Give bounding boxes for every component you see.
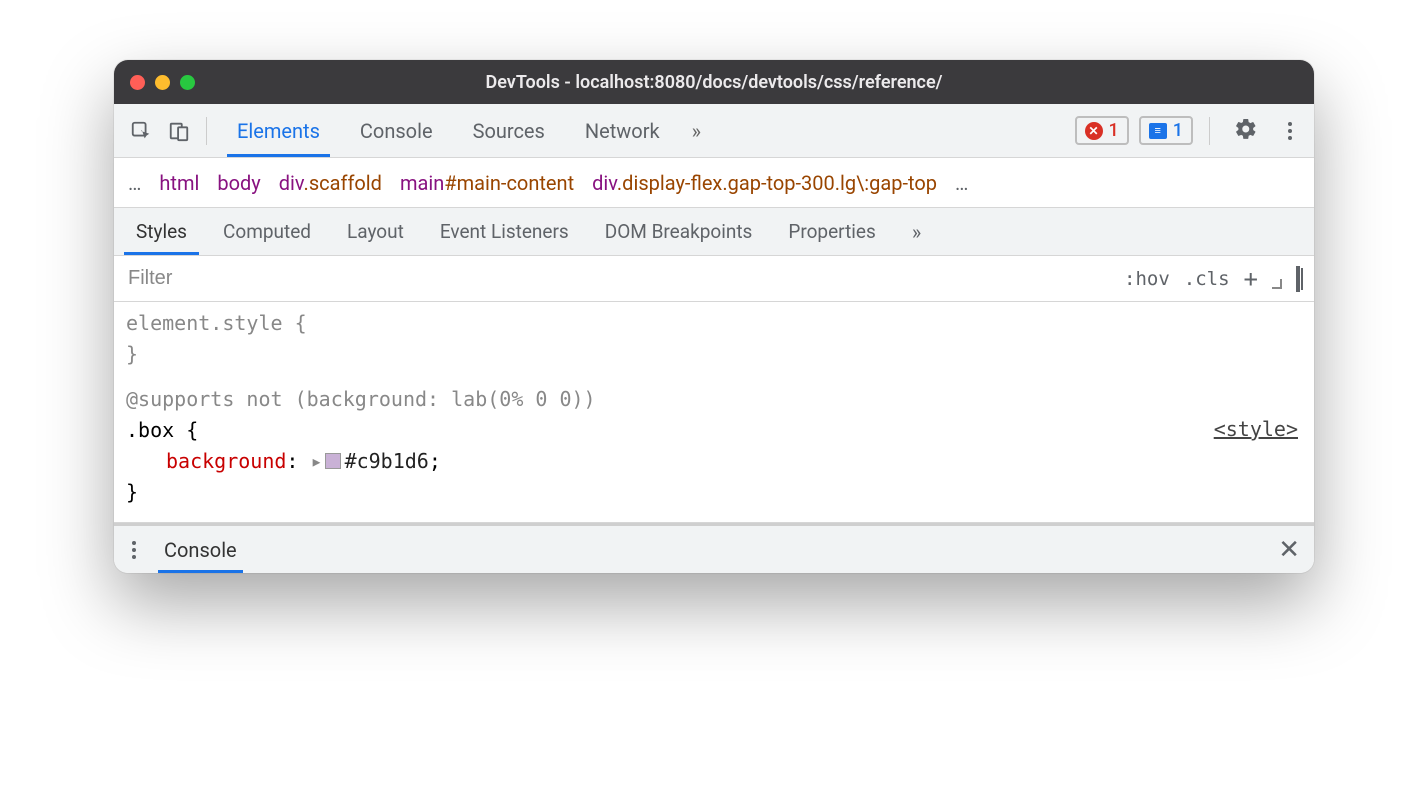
error-icon: ✕ xyxy=(1085,122,1103,140)
subtab-styles[interactable]: Styles xyxy=(118,208,205,255)
property-value: #c9b1d6 xyxy=(345,449,429,473)
styles-subtabs: Styles Computed Layout Event Listeners D… xyxy=(114,208,1314,256)
breadcrumb-item[interactable]: body xyxy=(217,171,260,195)
breadcrumb-item[interactable]: div.scaffold xyxy=(279,171,382,195)
toolbar-right: ✕ 1 ≡ 1 xyxy=(1075,116,1304,145)
message-icon: ≡ xyxy=(1149,123,1167,139)
devtools-window: DevTools - localhost:8080/docs/devtools/… xyxy=(114,60,1314,573)
subtab-properties[interactable]: Properties xyxy=(770,208,893,255)
subtab-layout[interactable]: Layout xyxy=(329,208,422,255)
subtab-event-listeners[interactable]: Event Listeners xyxy=(422,208,587,255)
close-drawer-button[interactable]: ✕ xyxy=(1278,535,1300,565)
device-toggle-icon[interactable] xyxy=(162,114,196,148)
hov-toggle[interactable]: :hov xyxy=(1124,268,1170,290)
styles-filter-bar: :hov .cls + xyxy=(114,256,1314,302)
minimize-window-button[interactable] xyxy=(155,75,170,90)
toolbar-separator xyxy=(206,117,207,145)
breadcrumb-overflow-left[interactable]: … xyxy=(128,171,141,195)
element-style-rule[interactable]: element.style { } xyxy=(126,308,1302,370)
rule-close: } xyxy=(126,480,138,504)
rule-close: } xyxy=(126,342,138,366)
more-tabs-icon[interactable]: » xyxy=(680,104,713,157)
errors-badge[interactable]: ✕ 1 xyxy=(1075,116,1129,145)
subtab-dom-breakpoints[interactable]: DOM Breakpoints xyxy=(587,208,771,255)
subtab-computed[interactable]: Computed xyxy=(205,208,329,255)
expand-icon[interactable]: ▸ xyxy=(311,449,323,473)
inspect-element-icon[interactable] xyxy=(124,114,158,148)
toolbar-separator xyxy=(1209,117,1210,145)
settings-icon[interactable] xyxy=(1226,117,1266,145)
traffic-lights xyxy=(130,75,195,90)
panel-tabs: Elements Console Sources Network » xyxy=(217,104,713,157)
errors-count: 1 xyxy=(1109,120,1119,141)
tab-sources[interactable]: Sources xyxy=(453,104,565,157)
dom-breadcrumb: … html body div.scaffold main#main-conte… xyxy=(114,158,1314,208)
console-drawer: Console ✕ xyxy=(114,523,1314,573)
property-name: background xyxy=(166,449,286,473)
more-options-icon[interactable] xyxy=(1276,118,1304,144)
color-swatch-icon[interactable] xyxy=(325,453,341,469)
zoom-window-button[interactable] xyxy=(180,75,195,90)
rendering-drawer-icon[interactable] xyxy=(1296,268,1300,290)
titlebar: DevTools - localhost:8080/docs/devtools/… xyxy=(114,60,1314,104)
stylesheet-source-link[interactable]: <style> xyxy=(1214,414,1298,445)
close-window-button[interactable] xyxy=(130,75,145,90)
messages-badge[interactable]: ≡ 1 xyxy=(1139,116,1193,145)
rule-header: element.style { xyxy=(126,311,307,335)
new-style-rule-button[interactable]: + xyxy=(1244,267,1258,291)
at-supports: @supports not (background: lab(0% 0 0)) xyxy=(126,387,596,411)
breadcrumb-overflow-right[interactable]: … xyxy=(955,171,968,195)
breadcrumb-item[interactable]: div.display-flex.gap-top-300.lg\:gap-top xyxy=(592,171,937,195)
css-rule[interactable]: <style> @supports not (background: lab(0… xyxy=(126,384,1302,508)
breadcrumb-item[interactable]: main#main-content xyxy=(400,171,574,195)
main-toolbar: Elements Console Sources Network » ✕ 1 ≡… xyxy=(114,104,1314,158)
styles-pane: element.style { } <style> @supports not … xyxy=(114,302,1314,523)
selector: .box { xyxy=(126,418,198,442)
styles-filter-input[interactable] xyxy=(114,267,1110,290)
resize-handle-icon xyxy=(1272,279,1282,289)
tab-network[interactable]: Network xyxy=(565,104,680,157)
declaration[interactable]: background: ▸#c9b1d6; xyxy=(126,449,441,473)
drawer-menu-icon[interactable] xyxy=(128,537,140,563)
breadcrumb-item[interactable]: html xyxy=(159,171,199,195)
window-title: DevTools - localhost:8080/docs/devtools/… xyxy=(114,72,1314,93)
messages-count: 1 xyxy=(1173,120,1183,141)
cls-toggle[interactable]: .cls xyxy=(1184,268,1230,290)
more-subtabs-icon[interactable]: » xyxy=(894,208,939,255)
filter-buttons: :hov .cls + xyxy=(1110,267,1314,291)
tab-elements[interactable]: Elements xyxy=(217,104,340,157)
tab-console[interactable]: Console xyxy=(340,104,453,157)
drawer-tab-console[interactable]: Console xyxy=(158,526,243,573)
